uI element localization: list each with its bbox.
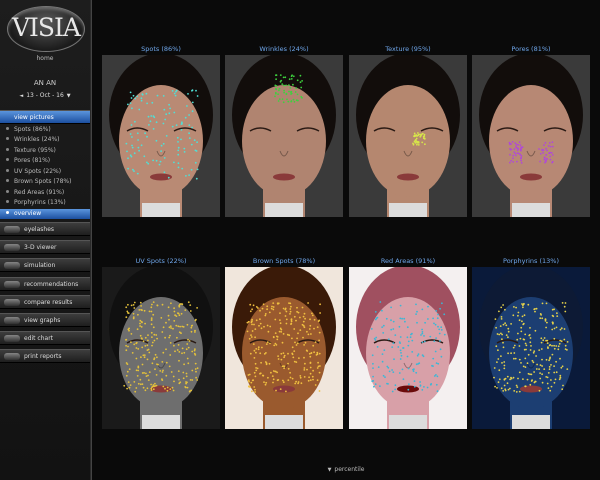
date-prev-icon[interactable]: ◄ — [19, 93, 23, 99]
subitem-overview[interactable]: overview — [0, 209, 90, 219]
bullet-icon — [6, 211, 9, 214]
tile-title: Porphyrins (13%) — [503, 257, 559, 265]
section-print-reports[interactable]: print reports — [0, 349, 90, 363]
section-label: view graphs — [24, 317, 61, 324]
tile-title: Wrinkles (24%) — [259, 45, 309, 53]
visia-logo[interactable]: VISIA — [7, 6, 85, 52]
section-view-graphs[interactable]: view graphs — [0, 313, 90, 327]
tile-title: Red Areas (91%) — [380, 257, 436, 265]
subitem-brown-spots[interactable]: Brown Spots (78%) — [0, 177, 90, 187]
section-edit-chart[interactable]: edit chart — [0, 331, 90, 345]
tile-title: Spots (86%) — [141, 45, 181, 53]
subitem-porphyrins[interactable]: Porphyrins (13%) — [0, 198, 90, 208]
tile-title: Brown Spots (78%) — [252, 257, 316, 265]
subitem-uv-spots[interactable]: UV Spots (22%) — [0, 167, 90, 177]
section-label: recommendations — [24, 281, 79, 288]
patient-name: AN AN — [33, 79, 57, 87]
subitem-pores[interactable]: Pores (81%) — [0, 156, 90, 166]
subitem-label: Red Areas (91%) — [14, 189, 65, 196]
subitem-label: overview — [14, 210, 42, 217]
tile-title: Texture (95%) — [385, 45, 431, 53]
section-label: view pictures — [14, 114, 54, 121]
face-image — [225, 267, 343, 429]
face-image — [472, 55, 590, 217]
section-compare-results[interactable]: compare results — [0, 295, 90, 309]
section-label: print reports — [24, 353, 62, 360]
logo-text: VISIA — [12, 13, 81, 42]
chevron-down-icon: ▼ — [327, 467, 332, 473]
bullet-icon — [6, 169, 9, 172]
subitem-label: UV Spots (22%) — [14, 168, 62, 175]
section-label: 3-D viewer — [24, 244, 57, 251]
sidebar: VISIA home AN AN ◄ 13 - Oct - 16 ▼ view pi… — [0, 0, 91, 480]
bullet-icon — [6, 179, 9, 182]
view-graphs-icon — [4, 317, 20, 324]
face-image — [225, 55, 343, 217]
section-eyelashes[interactable]: eyelashes — [0, 222, 90, 236]
section-recommendations[interactable]: recommendations — [0, 277, 90, 291]
home-link[interactable]: home — [0, 55, 90, 62]
simulation-icon — [4, 262, 20, 269]
bullet-icon — [6, 127, 9, 130]
date-dropdown-icon[interactable]: ▼ — [67, 93, 71, 99]
bullet-icon — [6, 148, 9, 151]
overview-panel: Spots (86%) Wrinkles (24%) Texture (95%)… — [91, 0, 600, 480]
section-3d-viewer[interactable]: 3-D viewer — [0, 240, 90, 254]
subitem-wrinkles[interactable]: Wrinkles (24%) — [0, 135, 90, 145]
section-label: edit chart — [24, 335, 54, 342]
session-date: 13 - Oct - 16 — [26, 92, 64, 99]
face-image — [349, 55, 467, 217]
percentile-label: percentile — [334, 466, 365, 473]
section-simulation[interactable]: simulation — [0, 258, 90, 272]
section-label: eyelashes — [24, 226, 55, 233]
session-date-selector[interactable]: ◄ 13 - Oct - 16 ▼ — [0, 92, 90, 99]
face-image — [102, 55, 220, 217]
subitem-label: Porphyrins (13%) — [14, 199, 66, 206]
section-label: compare results — [24, 299, 73, 306]
subitem-label: Texture (95%) — [14, 147, 56, 154]
subitem-label: Brown Spots (78%) — [14, 178, 72, 185]
face-image — [349, 267, 467, 429]
bullet-icon — [6, 137, 9, 140]
tile-title: UV Spots (22%) — [135, 257, 187, 265]
subitem-label: Spots (86%) — [14, 126, 51, 133]
3d-viewer-icon — [4, 244, 20, 251]
percentile-toggle[interactable]: ▼ percentile — [92, 466, 600, 473]
eyelashes-icon — [4, 226, 20, 233]
bullet-icon — [6, 200, 9, 203]
subitem-red-areas[interactable]: Red Areas (91%) — [0, 188, 90, 198]
edit-chart-icon — [4, 335, 20, 342]
recommendations-icon — [4, 281, 20, 288]
section-label: simulation — [24, 262, 56, 269]
subitem-label: Wrinkles (24%) — [14, 136, 60, 143]
bullet-icon — [6, 158, 9, 161]
compare-results-icon — [4, 299, 20, 306]
subitem-label: Pores (81%) — [14, 157, 51, 164]
subitem-texture[interactable]: Texture (95%) — [0, 146, 90, 156]
face-image — [472, 267, 590, 429]
section-view-pictures[interactable]: view pictures — [0, 110, 90, 124]
tile-title: Pores (81%) — [511, 45, 551, 53]
bullet-icon — [6, 190, 9, 193]
subitem-spots[interactable]: Spots (86%) — [0, 125, 90, 135]
face-image — [102, 267, 220, 429]
print-reports-icon — [4, 353, 20, 360]
